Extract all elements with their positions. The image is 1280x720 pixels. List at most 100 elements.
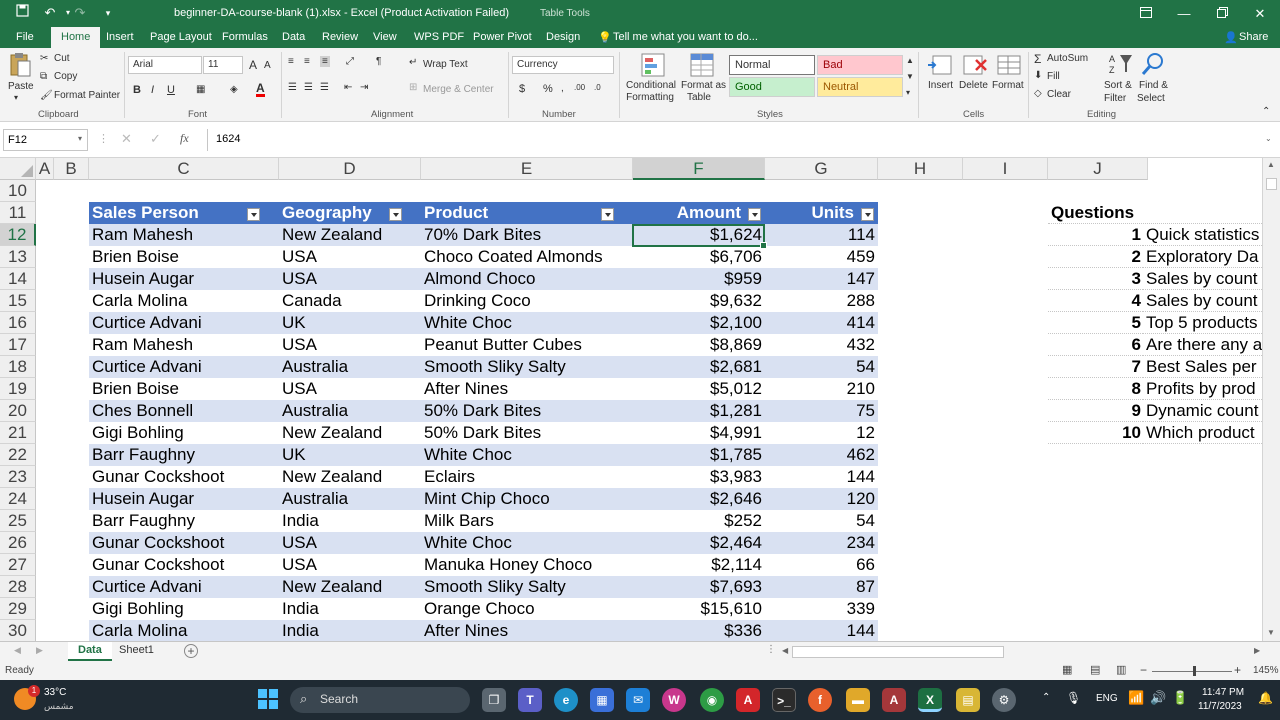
table-header-cell[interactable]: Sales Person [89, 202, 260, 224]
table-header-cell[interactable]: Amount [633, 202, 761, 224]
align-top-icon[interactable]: ≡ [288, 56, 294, 67]
table-cell[interactable]: Gunar Cockshoot [89, 554, 264, 576]
collapse-ribbon-icon[interactable]: ⌃ [1262, 106, 1270, 117]
tab-data[interactable]: Data [282, 31, 305, 43]
volume-icon[interactable]: 🔊 [1150, 690, 1166, 706]
table-cell[interactable]: Milk Bars [421, 510, 618, 532]
normal-view-icon[interactable]: ▦ [1062, 663, 1072, 676]
row-header-30[interactable]: 30 [0, 620, 36, 641]
access-icon[interactable]: A [882, 688, 906, 712]
microphone-icon[interactable]: 🎙 [1066, 691, 1081, 705]
align-middle-icon[interactable]: ≡ [304, 56, 310, 67]
decrease-indent-icon[interactable]: ⇤ [344, 82, 352, 93]
table-cell[interactable]: Orange Choco [421, 598, 618, 620]
table-cell[interactable]: USA [279, 532, 406, 554]
currency-format-button[interactable]: $ [519, 83, 525, 95]
align-right-icon[interactable]: ☰ [320, 82, 329, 93]
table-cell[interactable]: USA [279, 554, 406, 576]
format-as-table-icon[interactable] [689, 52, 715, 81]
table-cell[interactable]: UK [279, 312, 406, 334]
zoom-out-icon[interactable]: − [1140, 663, 1147, 677]
close-icon[interactable]: ✕ [1241, 0, 1279, 27]
question-text[interactable]: Which product [1143, 422, 1262, 444]
question-number[interactable]: 7 [1048, 356, 1143, 378]
style-good[interactable]: Good [729, 77, 815, 97]
style-normal[interactable]: Normal [729, 55, 815, 75]
vertical-scrollbar[interactable]: ▲ ▼ [1262, 158, 1280, 641]
sort-filter-button[interactable]: Sort & [1104, 80, 1132, 91]
table-cell[interactable]: $252 [633, 510, 765, 532]
table-cell[interactable]: After Nines [421, 620, 618, 641]
borders-icon[interactable]: ▦ [196, 84, 205, 95]
table-cell[interactable]: $5,012 [633, 378, 765, 400]
question-text[interactable]: Sales by count [1143, 268, 1262, 290]
question-text[interactable]: Top 5 products [1143, 312, 1262, 334]
table-cell[interactable]: $2,681 [633, 356, 765, 378]
table-cell[interactable]: Curtice Advani [89, 576, 264, 598]
fill-button[interactable]: Fill [1047, 71, 1060, 82]
format-cells-icon[interactable] [996, 52, 1022, 81]
table-cell[interactable]: Ram Mahesh [89, 334, 264, 356]
column-header-f[interactable]: F [633, 158, 765, 180]
table-cell[interactable]: Gunar Cockshoot [89, 466, 264, 488]
tab-home[interactable]: Home [51, 27, 101, 48]
fill-color-icon[interactable]: ◈ [230, 84, 238, 95]
acrobat-icon[interactable]: A [736, 688, 760, 712]
sort-filter-icon[interactable]: AZ [1108, 52, 1134, 79]
hscroll-split-icon[interactable]: ⋮ [766, 644, 776, 655]
question-text[interactable]: Dynamic count [1143, 400, 1262, 422]
table-cell[interactable]: $4,991 [633, 422, 765, 444]
style-bad[interactable]: Bad [817, 55, 903, 75]
table-cell[interactable]: New Zealand [279, 466, 406, 488]
table-cell[interactable]: Peanut Butter Cubes [421, 334, 618, 356]
bold-button[interactable]: B [133, 84, 141, 96]
decrease-decimal-icon[interactable]: .0 [594, 83, 601, 92]
column-header-b[interactable]: B [54, 158, 89, 180]
table-cell[interactable]: $959 [633, 268, 765, 290]
zoom-slider-thumb[interactable] [1193, 666, 1196, 676]
conditional-formatting-icon[interactable] [640, 52, 666, 81]
tray-chevron-icon[interactable]: ⌃ [1042, 692, 1050, 703]
wps-icon[interactable]: W [662, 688, 686, 712]
table-cell[interactable]: USA [279, 334, 406, 356]
table-header-cell[interactable]: Geography [279, 202, 402, 224]
row-header-29[interactable]: 29 [0, 598, 36, 620]
increase-decimal-icon[interactable]: .00 [574, 83, 585, 92]
table-cell[interactable]: $6,706 [633, 246, 765, 268]
table-header-cell[interactable]: Product [421, 202, 614, 224]
maximize-icon[interactable] [1203, 0, 1241, 27]
question-number[interactable]: 2 [1048, 246, 1143, 268]
table-cell[interactable]: Husein Augar [89, 488, 264, 510]
format-cells-button[interactable]: Format [992, 80, 1024, 91]
page-break-view-icon[interactable]: ▥ [1116, 663, 1126, 676]
select-all-corner[interactable] [0, 158, 36, 180]
question-number[interactable]: 6 [1048, 334, 1143, 356]
insert-cells-button[interactable]: Insert [928, 80, 953, 91]
row-header-13[interactable]: 13 [0, 246, 36, 268]
cancel-entry-icon[interactable]: ✕ [121, 131, 132, 147]
notifications-icon[interactable]: 🔔 [1258, 691, 1273, 705]
clear-icon[interactable]: ◇ [1034, 88, 1042, 99]
question-text[interactable]: Quick statistics [1143, 224, 1262, 246]
table-cell[interactable]: Ram Mahesh [89, 224, 264, 246]
table-cell[interactable]: 50% Dark Bites [421, 422, 618, 444]
cut-button[interactable]: Cut [54, 53, 70, 64]
table-cell[interactable]: Gigi Bohling [89, 422, 264, 444]
table-cell[interactable]: 432 [765, 334, 878, 356]
merge-center-button[interactable]: Merge & Center [423, 84, 494, 95]
tab-view[interactable]: View [373, 31, 397, 43]
row-header-17[interactable]: 17 [0, 334, 36, 356]
zoom-level[interactable]: 145% [1253, 665, 1279, 676]
table-cell[interactable]: 144 [765, 466, 878, 488]
conditional-formatting-label-2[interactable]: Formatting [622, 92, 678, 103]
filter-dropdown-icon[interactable] [601, 208, 614, 221]
question-number[interactable]: 5 [1048, 312, 1143, 334]
row-header-26[interactable]: 26 [0, 532, 36, 554]
tab-page-layout[interactable]: Page Layout [150, 31, 212, 43]
paste-icon[interactable] [9, 52, 31, 81]
row-header-18[interactable]: 18 [0, 356, 36, 378]
column-header-g[interactable]: G [765, 158, 878, 180]
task-view-icon[interactable]: ❐ [482, 688, 506, 712]
table-cell[interactable]: Eclairs [421, 466, 618, 488]
question-number[interactable]: 4 [1048, 290, 1143, 312]
